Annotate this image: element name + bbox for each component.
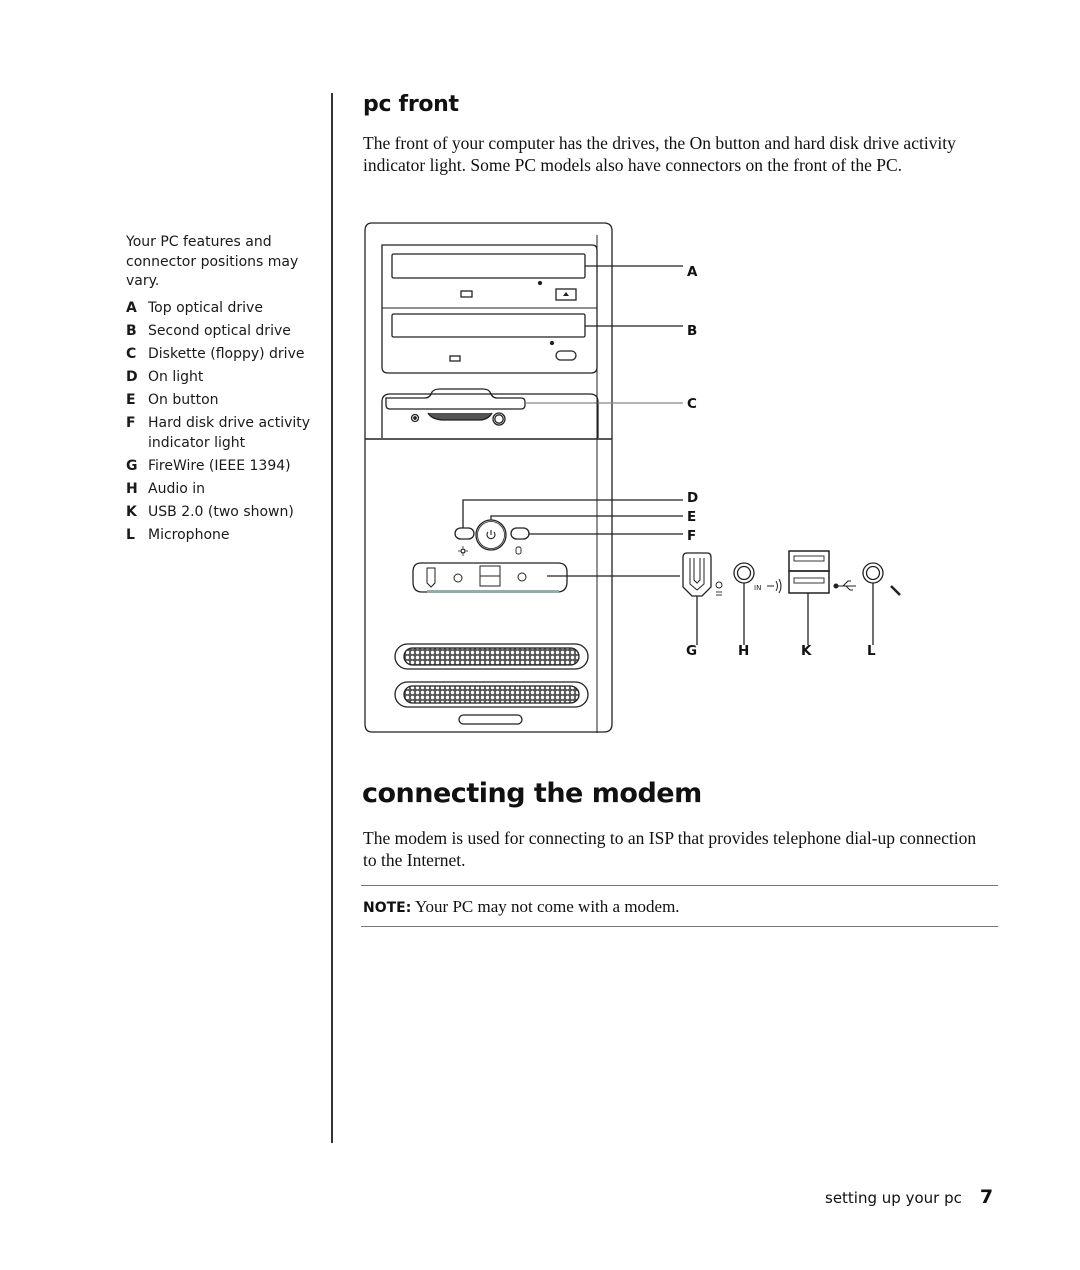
power-icon [486, 530, 496, 540]
on-light [454, 527, 475, 540]
usb-icon [833, 580, 856, 591]
disk-icon [515, 546, 522, 555]
front-connector-panel [412, 562, 568, 593]
sidebar-legend: Your PC features and connector positions… [126, 233, 326, 548]
optical-drive-a-led [460, 290, 473, 298]
optical-drive-b-led [449, 355, 461, 362]
legend-item: L Microphone [126, 525, 326, 545]
legend-key: B [126, 322, 137, 339]
legend-key: G [126, 457, 138, 474]
callout-k: K [801, 643, 812, 659]
legend-key: D [126, 368, 138, 385]
note-text: Your PC may not come with a modem. [411, 897, 680, 916]
firewire-icon [715, 581, 723, 596]
legend-item: C Diskette (floppy) drive [126, 344, 326, 364]
legend-text: On button [148, 391, 219, 408]
section-heading-pc-front: pc front [363, 92, 459, 117]
legend-text: Microphone [148, 526, 230, 543]
legend-item: F Hard disk drive activity indicator ligh… [126, 413, 326, 453]
legend-text: Diskette (floppy) drive [148, 345, 305, 362]
page-number: 7 [979, 1186, 994, 1208]
callout-c: C [687, 396, 697, 412]
legend-item: B Second optical drive [126, 321, 326, 341]
note-label: NOTE: [363, 900, 412, 916]
sun-icon [458, 546, 468, 556]
legend-list: A Top optical drive B Second optical drive C… [126, 298, 326, 545]
legend-key: L [126, 526, 135, 543]
legend-text: Top optical drive [148, 299, 263, 316]
legend-text: Hard disk drive activity indicator light [148, 414, 311, 451]
legend-item: H Audio in [126, 479, 326, 499]
legend-text: USB 2.0 (two shown) [148, 503, 294, 520]
page-footer: setting up your pc 7 [825, 1186, 993, 1208]
footer-section-title: setting up your pc [825, 1189, 962, 1207]
callout-l: L [867, 643, 876, 659]
legend-key: C [126, 345, 137, 362]
legend-item: G FireWire (IEEE 1394) [126, 456, 326, 476]
floppy-slot [385, 388, 526, 410]
pc-front-paragraph: The front of your computer has the drive… [363, 133, 956, 175]
pc-front-diagram: A B C D E F G H K L IN [364, 222, 901, 733]
legend-text: Audio in [148, 480, 206, 497]
callout-a: A [687, 264, 698, 280]
sidebar-note: Your PC features and connector positions… [126, 234, 299, 289]
callout-d: D [687, 490, 698, 506]
note-line: NOTE: Your PC may not come with a modem. [363, 897, 680, 917]
modem-paragraph: The modem is used for connecting to an I… [363, 828, 977, 870]
callout-g: G [686, 643, 697, 659]
legend-item: E On button [126, 390, 326, 410]
legend-key: K [126, 503, 137, 520]
audio-in-icon [767, 578, 782, 594]
legend-key: A [126, 299, 137, 316]
hdd-activity-light [510, 527, 530, 540]
audio-in-marker: IN [754, 584, 761, 592]
callout-f: F [687, 528, 696, 544]
optical-bay [381, 244, 598, 374]
callout-b: B [687, 323, 697, 339]
legend-key: F [126, 414, 136, 431]
column-divider [331, 93, 333, 1143]
legend-key: H [126, 480, 138, 497]
legend-item: D On light [126, 367, 326, 387]
legend-text: On light [148, 368, 204, 385]
note-box: NOTE: Your PC may not come with a modem. [361, 885, 998, 927]
optical-drive-b-tray [391, 313, 586, 338]
optical-drive-a-tray [391, 253, 586, 279]
section-heading-connecting-modem: connecting the modem [362, 778, 702, 809]
legend-key: E [126, 391, 136, 408]
microphone-icon [890, 585, 901, 596]
legend-text: Second optical drive [148, 322, 291, 339]
bottom-slot [458, 714, 523, 725]
legend-item: K USB 2.0 (two shown) [126, 502, 326, 522]
legend-item: A Top optical drive [126, 298, 326, 318]
callout-h: H [738, 643, 749, 659]
optical-drive-b-eject-button [555, 350, 577, 361]
legend-text: FireWire (IEEE 1394) [148, 457, 291, 474]
callout-e: E [687, 509, 696, 525]
usb-port-k-bottom [788, 570, 830, 594]
